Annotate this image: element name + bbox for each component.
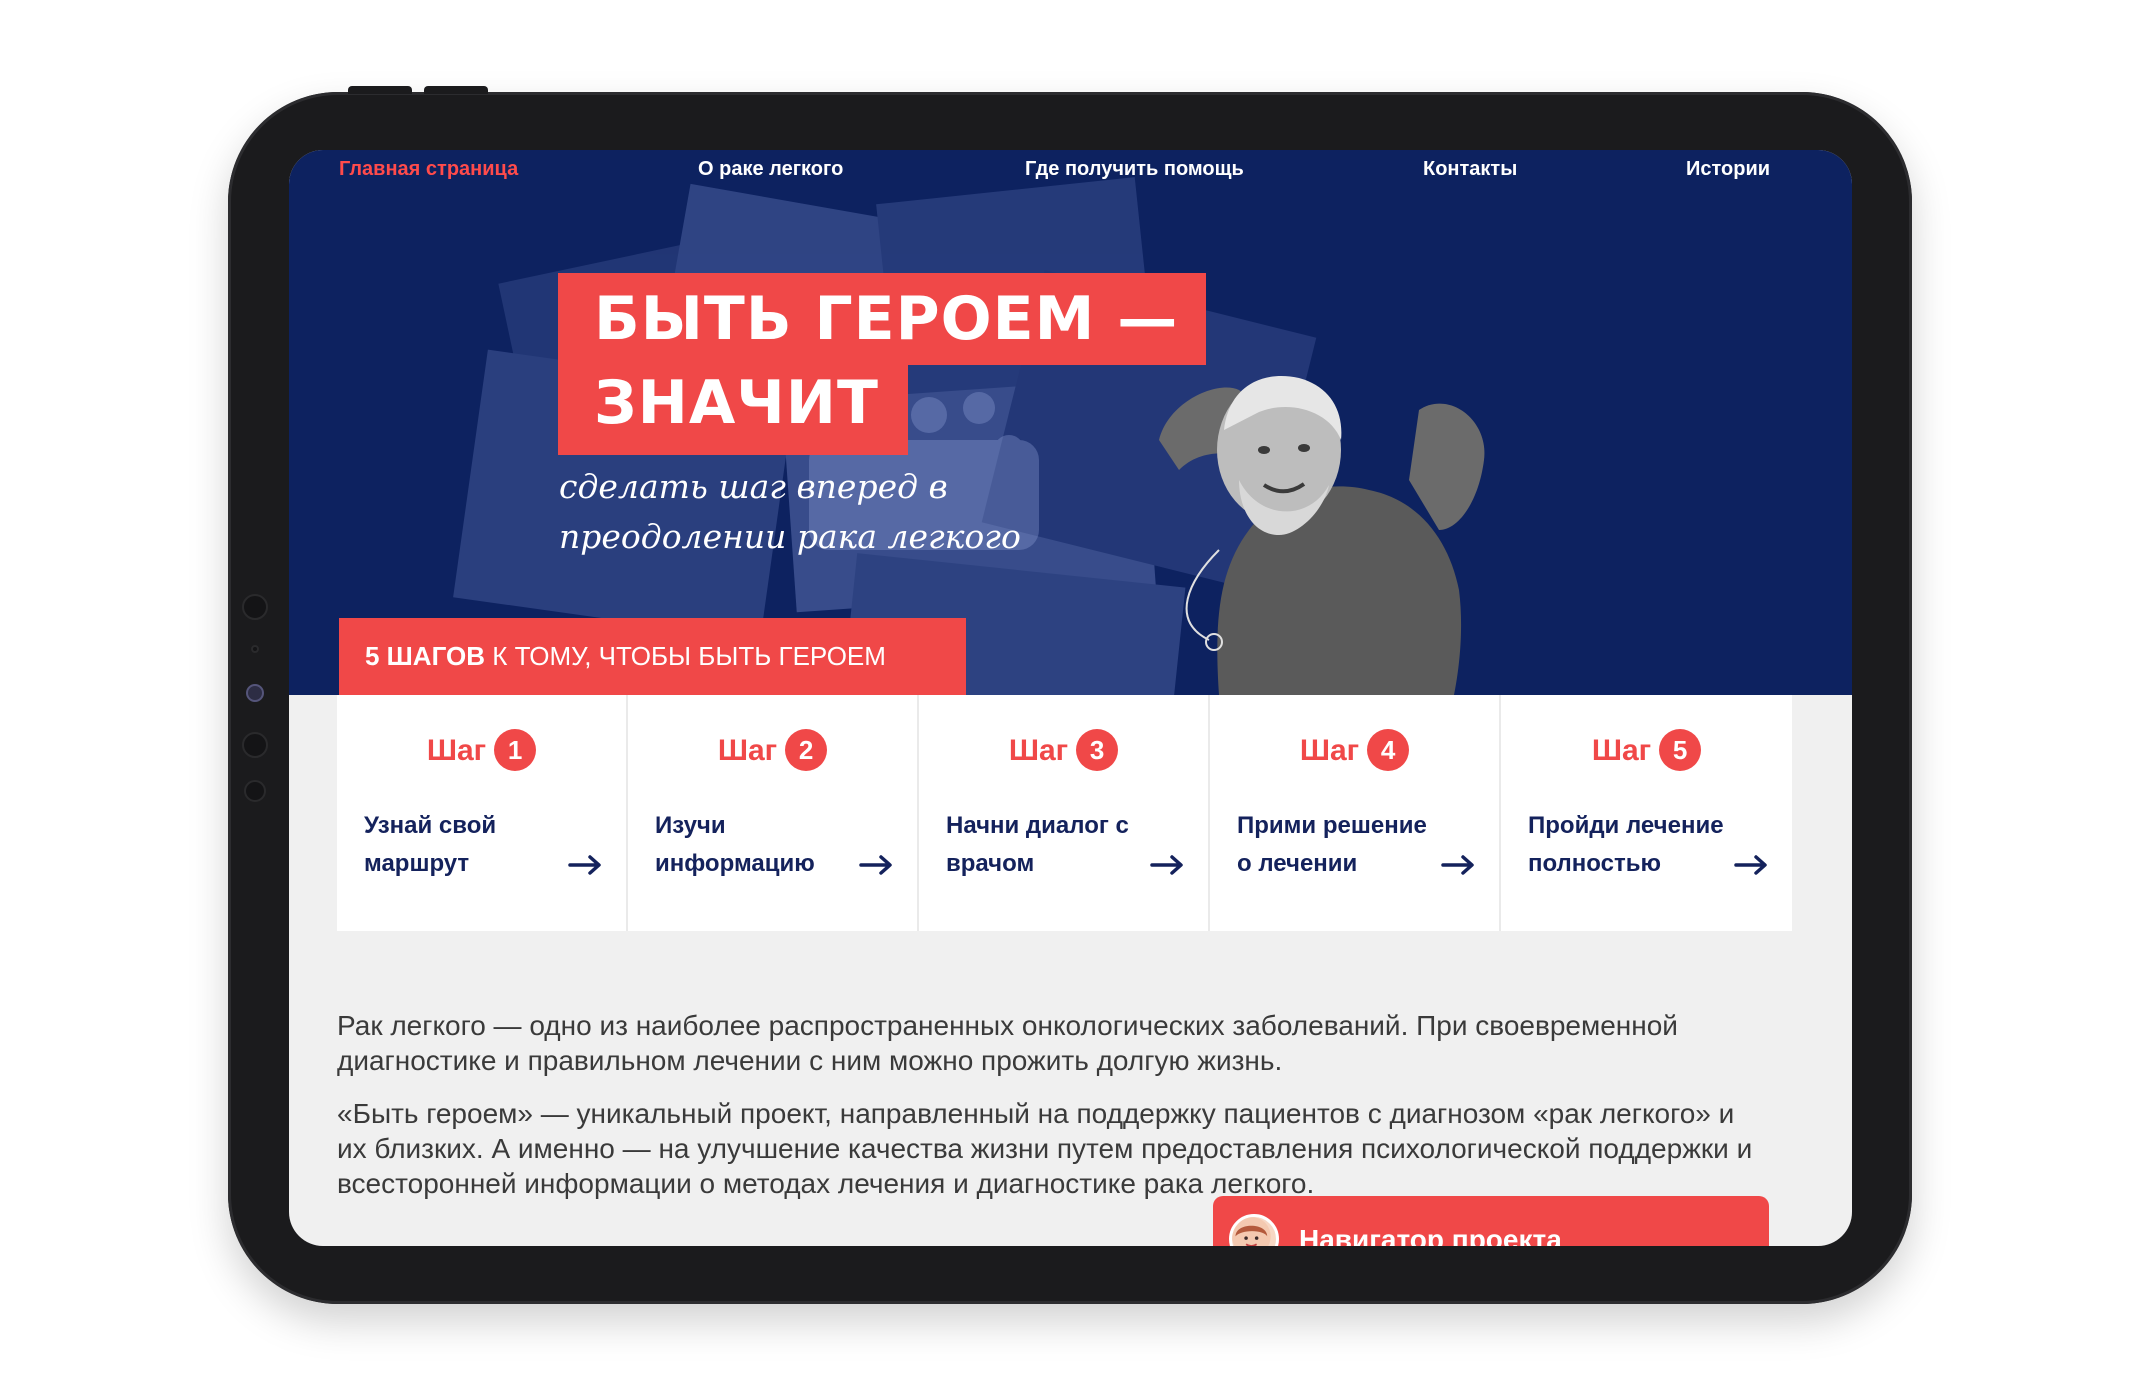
step-title: Пройди лечение полностью [1528, 812, 1724, 877]
step-heading: Шаг 2 [628, 729, 917, 771]
nav-item-about-lung-cancer[interactable]: О раке легкого [698, 158, 843, 181]
step-title: Начни диалог с врачом [946, 812, 1129, 877]
arrow-right-icon [1441, 855, 1474, 875]
step-word: Шаг [717, 733, 778, 767]
arrow-right-icon [1734, 855, 1767, 875]
step-number-badge: 3 [1076, 729, 1119, 771]
volume-button-2 [424, 86, 488, 94]
hero-subtitle: сделать шаг вперед в преодолении рака ле… [559, 467, 1021, 556]
step-heading: Шаг 5 [1501, 729, 1792, 771]
step-number-badge: 5 [1659, 729, 1702, 771]
step-number-badge: 1 [494, 729, 537, 771]
step-heading: Шаг 1 [337, 729, 626, 771]
nav-item-contacts[interactable]: Контакты [1423, 158, 1517, 181]
hero-headline-line2: ЗНАЧИТ [558, 363, 908, 455]
photo-collage-image [453, 177, 1485, 695]
step-number-badge: 2 [785, 729, 828, 771]
nav-item-home[interactable]: Главная страница [339, 158, 518, 181]
sensor-dot [244, 780, 266, 802]
sensor-dot [242, 732, 268, 758]
hero-headline-line1: БЫТЬ ГЕРОЕМ — [558, 273, 1206, 365]
nav-item-where-help[interactable]: Где получить помощь [1025, 158, 1244, 181]
step-title: Прими решение о лечении [1237, 812, 1427, 877]
sensor-dot [251, 645, 259, 653]
step-card-1[interactable]: Шаг 1 Узнай свой маршрут [337, 695, 628, 931]
arrow-right-icon [859, 855, 892, 875]
camera-icon [246, 684, 264, 702]
volume-button [348, 86, 412, 94]
steps-row: Шаг 1 Узнай свой маршрут Шаг 2 Изучи инфор… [337, 695, 1792, 931]
step-title: Изучи информацию [655, 812, 815, 877]
step-number-badge: 4 [1367, 729, 1410, 771]
about-paragraph-2: «Быть героем» — уникальный проект, напра… [337, 1098, 1753, 1199]
step-title: Узнай свой маршрут [364, 812, 497, 877]
steps-banner-bold: 5 ШАГОВ [365, 641, 485, 671]
hero-section: Главная страница О раке легкого Где полу… [289, 150, 1852, 695]
step-heading: Шаг 4 [1210, 729, 1499, 771]
about-paragraph-1: Рак легкого — одно из наиболее распростр… [337, 1010, 1678, 1076]
navigator-avatar [1229, 1214, 1279, 1246]
project-navigator-button[interactable]: Навигатор проекта [1213, 1196, 1769, 1246]
step-word: Шаг [426, 733, 487, 767]
navigator-label: Навигатор проекта [1299, 1224, 1562, 1246]
nav-item-stories[interactable]: Истории [1686, 158, 1770, 181]
main-nav: Главная страница О раке легкого Где полу… [289, 150, 1852, 190]
step-card-2[interactable]: Шаг 2 Изучи информацию [628, 695, 919, 931]
step-card-3[interactable]: Шаг 3 Начни диалог с врачом [919, 695, 1210, 931]
step-card-4[interactable]: Шаг 4 Прими решение о лечении [1210, 695, 1501, 931]
steps-banner-text: К ТОМУ, ЧТОБЫ БЫТЬ ГЕРОЕМ [484, 641, 886, 671]
steps-banner: 5 ШАГОВ К ТОМУ, ЧТОБЫ БЫТЬ ГЕРОЕМ [339, 618, 966, 695]
step-word: Шаг [1008, 733, 1069, 767]
arrow-right-icon [568, 855, 601, 875]
sensor-dot [242, 594, 268, 620]
step-word: Шаг [1299, 733, 1360, 767]
step-heading: Шаг 3 [919, 729, 1208, 771]
step-word: Шаг [1591, 733, 1652, 767]
tablet-screen: Главная страница О раке легкого Где полу… [289, 150, 1852, 1246]
about-section: Рак легкого — одно из наиболее распростр… [337, 1008, 1757, 1201]
arrow-right-icon [1150, 855, 1183, 875]
step-card-5[interactable]: Шаг 5 Пройди лечение полностью [1501, 695, 1792, 931]
